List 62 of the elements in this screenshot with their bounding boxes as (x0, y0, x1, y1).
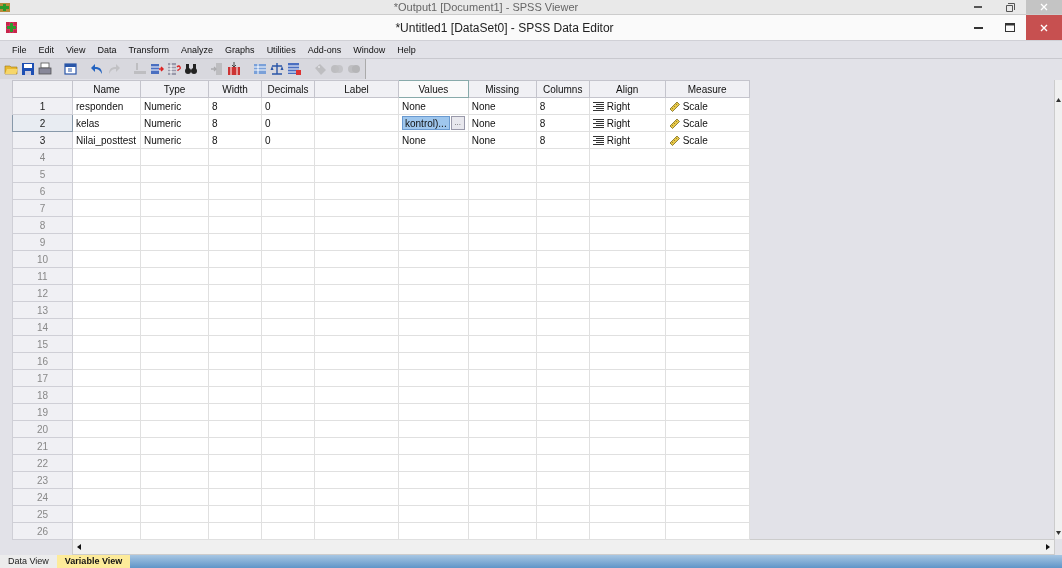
close-icon (1040, 3, 1048, 11)
close-icon (1040, 23, 1048, 32)
column-header[interactable]: Width (208, 80, 262, 98)
horizontal-scrollbar[interactable] (72, 539, 1055, 555)
column-header[interactable]: Name (72, 80, 141, 98)
scroll-right-icon (1046, 544, 1050, 550)
window-title: *Untitled1 [DataSet0] - SPSS Data Editor (394, 20, 615, 35)
column-header[interactable]: Decimals (261, 80, 315, 98)
scroll-down-icon (1056, 531, 1061, 535)
align-right-icon (592, 135, 604, 145)
menu-item[interactable]: Graphs (219, 44, 261, 55)
menu-item[interactable]: Help (391, 44, 422, 55)
binoculars-icon[interactable] (184, 62, 198, 76)
minimize-icon (974, 6, 982, 8)
menu-item[interactable]: Window (347, 44, 392, 55)
window-icon[interactable] (64, 62, 78, 76)
restore-icon (1005, 2, 1015, 12)
select-cases-icon[interactable] (287, 62, 301, 76)
menu-item[interactable]: Add-ons (301, 44, 348, 55)
table-cell: Right (606, 100, 631, 112)
table-cell: Scale (682, 100, 708, 112)
insert-row-icon[interactable] (150, 62, 164, 76)
balance-scale-icon[interactable] (270, 62, 284, 76)
menu-item[interactable]: Data (91, 44, 123, 55)
ruler-icon (668, 100, 680, 112)
column-header[interactable]: Label (314, 80, 399, 98)
ruler-icon (668, 117, 680, 129)
column-header[interactable]: Values (398, 80, 469, 98)
table-cell: Right (606, 117, 631, 129)
menu-item[interactable]: File (6, 44, 33, 55)
app-icon (6, 22, 17, 33)
ruler-icon (668, 134, 680, 146)
value-field[interactable]: kontrol)... (402, 116, 450, 130)
menu-item[interactable]: Analyze (175, 44, 220, 55)
app-icon (0, 2, 10, 12)
minimize-icon (973, 26, 983, 29)
menu-item[interactable]: Transform (122, 44, 176, 55)
vertical-scrollbar[interactable] (1054, 80, 1062, 539)
column-header[interactable]: Columns (536, 80, 590, 98)
column-header[interactable]: Missing (468, 80, 537, 98)
table-cell: Right (606, 134, 631, 146)
view-tab[interactable]: Data View (0, 555, 57, 568)
align-right-icon (592, 118, 604, 128)
split-file-icon[interactable] (227, 62, 241, 76)
column-header[interactable]: Align (589, 80, 666, 98)
column-header[interactable]: Type (140, 80, 209, 98)
menu-item[interactable]: Edit (32, 44, 61, 55)
window-title: *Output1 [Document1] - SPSS Viewer (392, 0, 580, 14)
browse-button[interactable]: ... (450, 116, 465, 130)
undo-arrow-icon[interactable] (90, 62, 104, 76)
view-tab[interactable]: Variable View (56, 555, 131, 568)
menu-item[interactable]: Utilities (260, 44, 302, 55)
scroll-left-icon (77, 544, 81, 550)
align-right-icon (592, 101, 604, 111)
table-icon[interactable] (253, 62, 267, 76)
table-cell: Scale (682, 117, 708, 129)
printer-icon[interactable] (38, 62, 52, 76)
column-header[interactable]: Measure (665, 80, 750, 98)
maximize-icon (1005, 23, 1015, 32)
menu-item[interactable]: View (60, 44, 92, 55)
table-cell: Scale (682, 134, 708, 146)
scroll-up-icon (1056, 98, 1061, 102)
